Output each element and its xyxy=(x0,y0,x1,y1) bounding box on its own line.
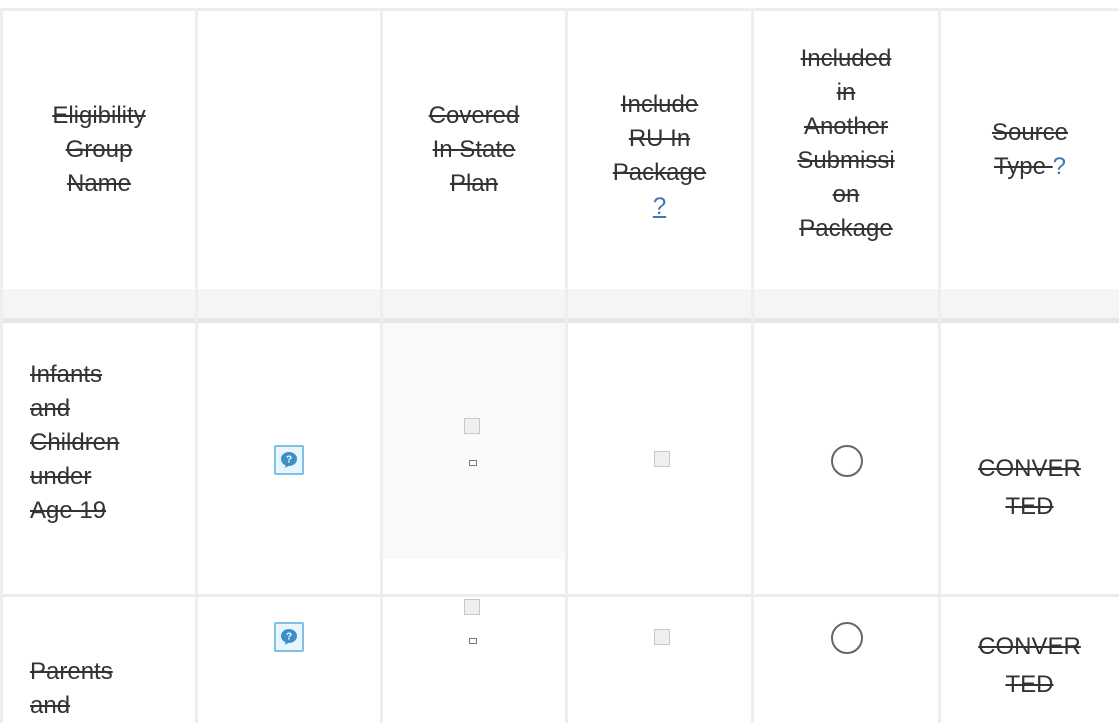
name-line: and xyxy=(30,692,71,719)
include-ru-checkbox[interactable] xyxy=(654,629,670,645)
name-line: under xyxy=(30,463,92,490)
header-text-line: In State xyxy=(432,136,516,163)
name-line: Parents xyxy=(30,658,113,685)
header-text-line: Group xyxy=(65,136,133,163)
small-indicator-icon xyxy=(469,460,477,466)
source-line: TED xyxy=(1005,493,1054,520)
header-include-ru[interactable]: Include RU In Package ? xyxy=(568,10,751,290)
header-text-line: Type xyxy=(993,153,1046,180)
name-line: and xyxy=(30,395,71,422)
speech-bubble-icon: ? xyxy=(281,452,297,468)
header-text-line: Source xyxy=(991,119,1069,146)
source-line: CONVER xyxy=(978,455,1081,482)
row2-group-name: Parents and xyxy=(30,655,190,723)
small-indicator-icon xyxy=(469,638,477,644)
name-line: Age 19 xyxy=(30,497,107,524)
source-line: TED xyxy=(1005,671,1054,698)
covered-checkbox[interactable] xyxy=(464,418,480,434)
header-text-line: Package xyxy=(612,159,707,186)
covered-checkbox[interactable] xyxy=(464,599,480,615)
included-other-radio[interactable] xyxy=(831,622,863,654)
header-text-line: on xyxy=(832,181,860,208)
row-divider xyxy=(0,594,1119,597)
name-line: Infants xyxy=(30,361,103,388)
header-text-line: Eligibility xyxy=(52,102,146,129)
source-type-help-link[interactable]: ? xyxy=(1053,150,1066,184)
header-source-type[interactable]: Source Type ? xyxy=(941,10,1119,290)
header-text-line: Included xyxy=(800,45,892,72)
header-included-other[interactable]: Included in Another Submissi on Package xyxy=(754,10,938,300)
name-line: Children xyxy=(30,429,120,456)
header-text-line: Covered xyxy=(428,102,520,129)
header-text-line: Another xyxy=(803,113,889,140)
svg-text:?: ? xyxy=(286,455,292,466)
include-ru-checkbox[interactable] xyxy=(654,451,670,467)
help-speech-bubble-icon[interactable]: ? xyxy=(274,445,304,475)
header-text-line: RU In xyxy=(628,125,691,152)
include-ru-help-link[interactable]: ? xyxy=(653,190,666,224)
header-text-line: Plan xyxy=(449,170,499,197)
row1-covered-bg xyxy=(382,323,566,559)
source-line: CONVER xyxy=(978,633,1081,660)
header-text-line: Include xyxy=(620,91,699,118)
help-speech-bubble-icon[interactable]: ? xyxy=(274,622,304,652)
header-covered[interactable]: Covered In State Plan xyxy=(383,10,565,290)
svg-text:?: ? xyxy=(286,632,292,643)
header-text-line: Name xyxy=(66,170,132,197)
header-text-line: in xyxy=(836,79,856,106)
header-text-line: Package xyxy=(799,215,893,242)
header-text-line: Submissi xyxy=(797,147,895,174)
included-other-radio[interactable] xyxy=(831,445,863,477)
speech-bubble-icon: ? xyxy=(281,629,297,645)
header-icon-column xyxy=(198,10,380,290)
row1-group-name: Infants and Children under Age 19 xyxy=(30,358,190,528)
header-group-name[interactable]: Eligibility Group Name xyxy=(3,10,195,290)
row2-source-type: CONVER TED xyxy=(940,628,1119,704)
header-bottom-strip xyxy=(0,289,1119,319)
row1-source-type: CONVER TED xyxy=(940,450,1119,526)
eligibility-table: Eligibility Group Name Covered In State … xyxy=(0,0,1119,723)
